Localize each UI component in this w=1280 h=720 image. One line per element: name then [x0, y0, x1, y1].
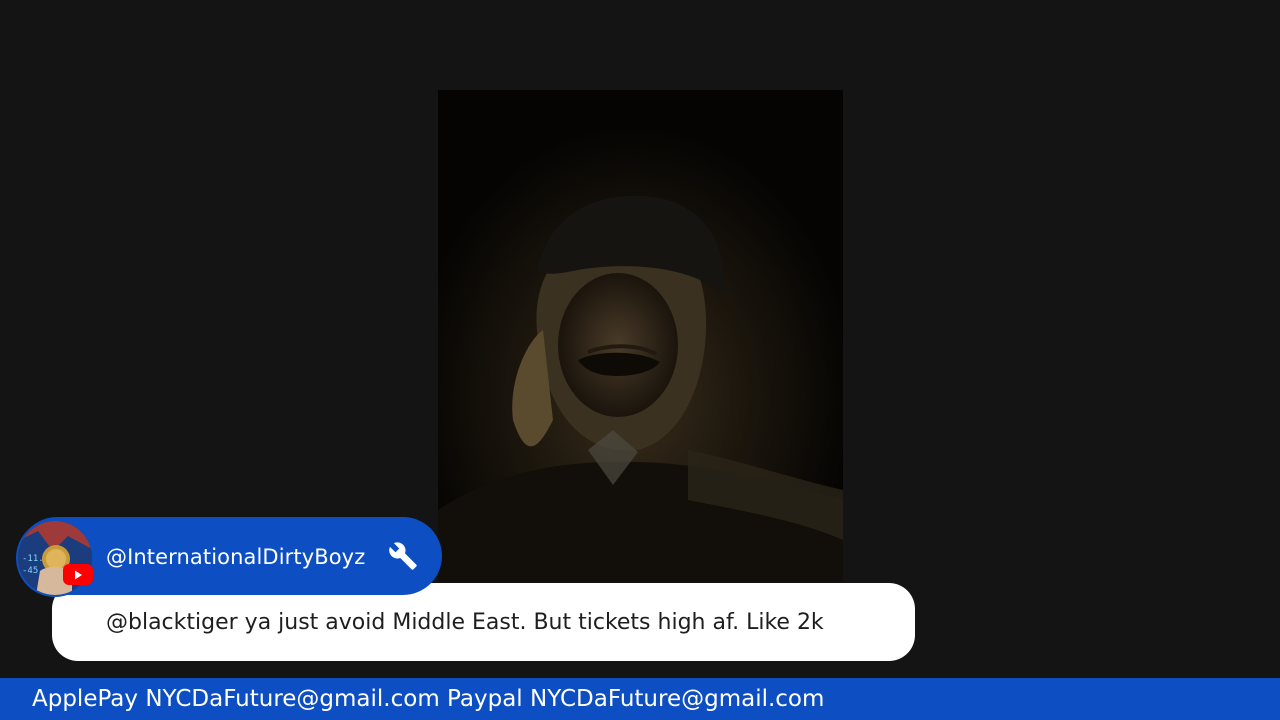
svg-text:-11.: -11. — [22, 554, 44, 564]
stream-overlay: @blacktiger ya just avoid Middle East. B… — [0, 0, 1280, 720]
chat-author-name: @InternationalDirtyBoyz — [106, 545, 366, 569]
avatar: -11. -45. — [16, 519, 94, 597]
donation-banner-text: ApplePay NYCDaFuture@gmail.com Paypal NY… — [32, 686, 825, 712]
live-video-frame — [438, 90, 843, 582]
donation-banner: ApplePay NYCDaFuture@gmail.com Paypal NY… — [0, 678, 1280, 720]
chat-message-text: @blacktiger ya just avoid Middle East. B… — [106, 610, 824, 635]
youtube-icon — [63, 564, 93, 585]
wrench-icon — [388, 541, 418, 571]
video-image — [438, 90, 843, 582]
